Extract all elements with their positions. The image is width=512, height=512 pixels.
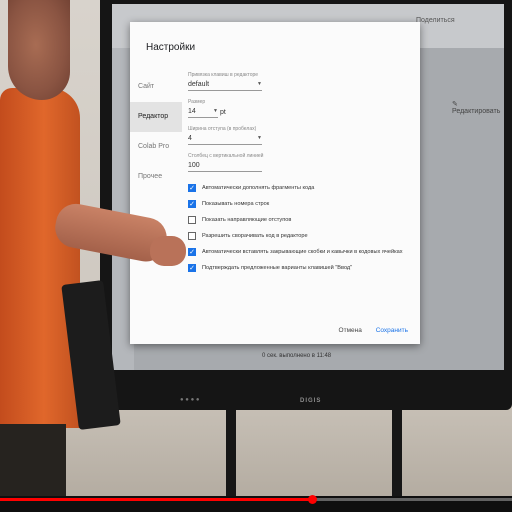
checkbox-row-autocomplete[interactable]: ✓ Автоматически дополнять фрагменты кода	[188, 180, 414, 196]
checkbox-list: ✓ Автоматически дополнять фрагменты кода…	[188, 180, 414, 276]
checkbox-label: Показывать номера строк	[202, 201, 270, 207]
settings-nav: Сайт Редактор Colab Pro Прочее	[130, 72, 182, 192]
vertical-ruler-label: Столбец с вертикальной линией	[188, 153, 264, 159]
key-bindings-value: default	[188, 81, 210, 88]
edit-label: Редактировать	[452, 108, 501, 115]
indent-width-field: Ширина отступа (в пробелах) 4 ▼	[188, 126, 414, 145]
checkbox-row-auto-brackets[interactable]: ✓ Автоматически вставлять закрывающие ск…	[188, 244, 414, 260]
status-bar: 0 сек. выполнено в 11:48	[262, 353, 332, 359]
indent-width-value: 4	[188, 135, 192, 142]
vertical-ruler-input[interactable]: 100	[188, 160, 262, 172]
checkbox[interactable]: ✓	[188, 264, 196, 272]
checkbox[interactable]	[188, 216, 196, 224]
checkbox-label: Разрешить сворачивать код в редакторе	[202, 233, 308, 239]
chevron-down-icon: ▼	[257, 135, 262, 141]
font-size-value: 14	[188, 108, 196, 115]
checkbox-row-indent-guides[interactable]: Показать направляющие отступов	[188, 212, 414, 228]
share-button[interactable]: Поделиться	[416, 17, 455, 24]
save-button[interactable]: Сохранить	[376, 327, 408, 334]
nav-item-site[interactable]: Сайт	[130, 72, 182, 102]
presenter-shirt	[0, 88, 80, 428]
display-brand: DIGIS	[300, 398, 322, 404]
font-size-label: Размер	[188, 99, 206, 105]
indent-width-select[interactable]: 4 ▼	[188, 133, 262, 145]
nav-item-colab-pro[interactable]: Colab Pro	[130, 132, 182, 162]
settings-dialog: Настройки Сайт Редактор Colab Pro Прочее…	[130, 22, 420, 344]
vertical-ruler-field: Столбец с вертикальной линией 100	[188, 153, 414, 172]
display-screen: Поделиться ✎ Редактировать 0 сек. выполн…	[112, 4, 504, 370]
checkbox[interactable]: ✓	[188, 248, 196, 256]
checkbox-label: Автоматически дополнять фрагменты кода	[202, 185, 315, 191]
checkbox-label: Автоматически вставлять закрывающие скоб…	[202, 249, 403, 255]
checkbox-row-enter-accept[interactable]: ✓ Подтверждать предложенные варианты кла…	[188, 260, 414, 276]
display-indicators: ● ● ● ●	[180, 397, 200, 403]
dialog-actions: Отмена Сохранить	[339, 327, 408, 334]
nav-item-editor[interactable]: Редактор	[130, 102, 182, 132]
font-size-field: Размер 14 ▼ pt	[188, 99, 414, 118]
cancel-button[interactable]: Отмена	[339, 327, 362, 334]
key-bindings-label: Привязка клавиш в редакторе	[188, 72, 259, 78]
presenter-head	[8, 0, 70, 100]
checkbox-row-code-folding[interactable]: Разрешить сворачивать код в редакторе	[188, 228, 414, 244]
edit-button[interactable]: ✎ Редактировать	[452, 100, 504, 115]
font-size-select[interactable]: 14 ▼	[188, 106, 218, 118]
indent-width-label: Ширина отступа (в пробелах)	[188, 126, 257, 132]
checkbox[interactable]: ✓	[188, 200, 196, 208]
checkbox-row-line-numbers[interactable]: ✓ Показывать номера строк	[188, 196, 414, 212]
chevron-down-icon: ▼	[257, 81, 262, 87]
nav-item-misc[interactable]: Прочее	[130, 162, 182, 192]
video-progress-fill	[0, 498, 313, 501]
checkbox-label: Показать направляющие отступов	[202, 217, 292, 223]
editor-settings-panel: Привязка клавиш в редакторе default ▼ Ра…	[188, 72, 414, 276]
presenter-hand	[150, 236, 186, 266]
font-size-unit: pt	[220, 108, 226, 116]
key-bindings-field: Привязка клавиш в редакторе default ▼	[188, 72, 414, 91]
checkbox[interactable]: ✓	[188, 184, 196, 192]
key-bindings-select[interactable]: default ▼	[188, 79, 262, 91]
checkbox[interactable]	[188, 232, 196, 240]
checkbox-label: Подтверждать предложенные варианты клави…	[202, 265, 353, 271]
dialog-title: Настройки	[146, 42, 196, 53]
chevron-down-icon: ▼	[213, 108, 218, 114]
